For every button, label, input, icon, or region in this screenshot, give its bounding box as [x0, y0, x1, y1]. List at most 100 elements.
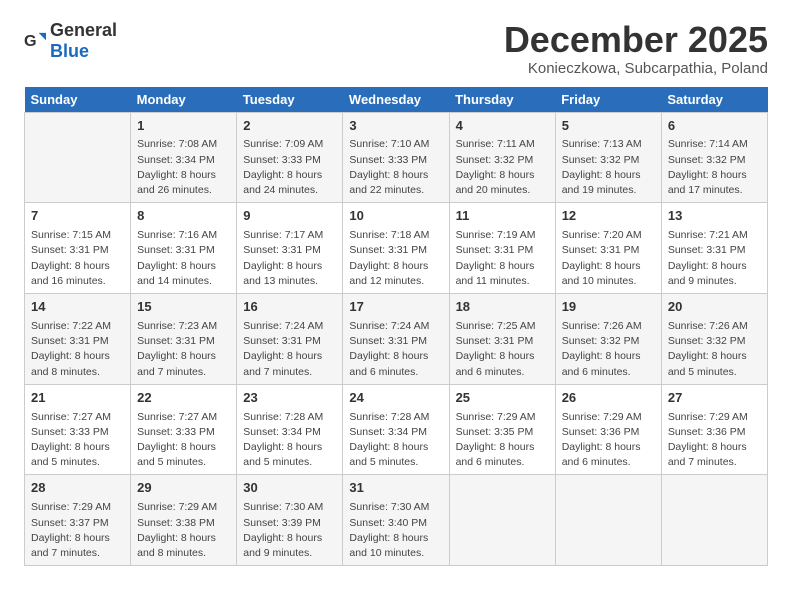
calendar-cell: 7 Sunrise: 7:15 AM Sunset: 3:31 PM Daylig…	[25, 203, 131, 294]
day-number: 20	[668, 298, 761, 317]
calendar-cell: 31 Sunrise: 7:30 AM Sunset: 3:40 PM Dayli…	[343, 475, 449, 566]
calendar-cell	[661, 475, 767, 566]
col-header-sunday: Sunday	[25, 87, 131, 113]
day-number: 22	[137, 389, 230, 408]
calendar-cell: 21Sunrise: 7:27 AM Sunset: 3:33 PM Dayli…	[25, 384, 131, 475]
calendar-cell: 20 Sunrise: 7:26 AM Sunset: 3:32 PM Dayli…	[661, 294, 767, 385]
day-number: 29	[137, 479, 230, 498]
header: G General Blue December 2025 Konieczkowa…	[24, 20, 768, 77]
col-header-thursday: Thursday	[449, 87, 555, 113]
cell-info: Sunrise: 7:18 AM Sunset: 3:31 PM Dayligh…	[349, 228, 442, 289]
calendar-cell: 22 Sunrise: 7:27 AM Sunset: 3:33 PM Dayli…	[131, 384, 237, 475]
calendar-cell: 11 Sunrise: 7:19 AM Sunset: 3:31 PM Dayli…	[449, 203, 555, 294]
cell-info: Sunrise: 7:29 AM Sunset: 3:36 PM Dayligh…	[562, 410, 655, 471]
calendar-title: December 2025	[504, 20, 768, 60]
calendar-cell: 14 Sunrise: 7:22 AM Sunset: 3:31 PM Dayli…	[25, 294, 131, 385]
col-header-tuesday: Tuesday	[237, 87, 343, 113]
cell-info: Sunrise: 7:08 AM Sunset: 3:34 PM Dayligh…	[137, 137, 230, 198]
cell-info: Sunrise: 7:16 AM Sunset: 3:31 PM Dayligh…	[137, 228, 230, 289]
col-header-friday: Friday	[555, 87, 661, 113]
cell-info: Sunrise: 7:23 AM Sunset: 3:31 PM Dayligh…	[137, 319, 230, 380]
title-area: December 2025 Konieczkowa, Subcarpathia,…	[504, 20, 768, 77]
calendar-cell: 30 Sunrise: 7:30 AM Sunset: 3:39 PM Dayli…	[237, 475, 343, 566]
day-number: 16	[243, 298, 336, 317]
day-number: 12	[562, 207, 655, 226]
day-number: 2	[243, 117, 336, 136]
calendar-week-row: 28 Sunrise: 7:29 AM Sunset: 3:37 PM Dayli…	[25, 475, 768, 566]
calendar-cell: 29 Sunrise: 7:29 AM Sunset: 3:38 PM Dayli…	[131, 475, 237, 566]
calendar-cell: 5Sunrise: 7:13 AM Sunset: 3:32 PM Daylig…	[555, 112, 661, 203]
calendar-cell: 16 Sunrise: 7:24 AM Sunset: 3:31 PM Dayli…	[237, 294, 343, 385]
calendar-cell: 8 Sunrise: 7:16 AM Sunset: 3:31 PM Daylig…	[131, 203, 237, 294]
cell-info: Sunrise: 7:29 AM Sunset: 3:38 PM Dayligh…	[137, 500, 230, 561]
logo-blue: Blue	[50, 41, 89, 61]
col-header-saturday: Saturday	[661, 87, 767, 113]
day-number: 26	[562, 389, 655, 408]
calendar-cell: 19 Sunrise: 7:26 AM Sunset: 3:32 PM Dayli…	[555, 294, 661, 385]
day-number: 11	[456, 207, 549, 226]
cell-info: Sunrise: 7:15 AM Sunset: 3:31 PM Dayligh…	[31, 228, 124, 289]
day-number: 8	[137, 207, 230, 226]
day-number: 7	[31, 207, 124, 226]
day-number: 30	[243, 479, 336, 498]
svg-text:G: G	[24, 32, 37, 50]
calendar-cell: 1Sunrise: 7:08 AM Sunset: 3:34 PM Daylig…	[131, 112, 237, 203]
cell-info: Sunrise: 7:22 AM Sunset: 3:31 PM Dayligh…	[31, 319, 124, 380]
calendar-cell: 4Sunrise: 7:11 AM Sunset: 3:32 PM Daylig…	[449, 112, 555, 203]
day-number: 23	[243, 389, 336, 408]
calendar-cell	[25, 112, 131, 203]
day-number: 19	[562, 298, 655, 317]
logo-icon: G	[24, 30, 46, 52]
day-number: 9	[243, 207, 336, 226]
cell-info: Sunrise: 7:29 AM Sunset: 3:36 PM Dayligh…	[668, 410, 761, 471]
cell-info: Sunrise: 7:27 AM Sunset: 3:33 PM Dayligh…	[137, 410, 230, 471]
day-number: 27	[668, 389, 761, 408]
cell-info: Sunrise: 7:14 AM Sunset: 3:32 PM Dayligh…	[668, 137, 761, 198]
cell-info: Sunrise: 7:24 AM Sunset: 3:31 PM Dayligh…	[243, 319, 336, 380]
calendar-cell: 9 Sunrise: 7:17 AM Sunset: 3:31 PM Daylig…	[237, 203, 343, 294]
col-header-wednesday: Wednesday	[343, 87, 449, 113]
calendar-cell: 6Sunrise: 7:14 AM Sunset: 3:32 PM Daylig…	[661, 112, 767, 203]
day-number: 31	[349, 479, 442, 498]
calendar-cell: 12Sunrise: 7:20 AM Sunset: 3:31 PM Dayli…	[555, 203, 661, 294]
calendar-cell: 15Sunrise: 7:23 AM Sunset: 3:31 PM Dayli…	[131, 294, 237, 385]
calendar-week-row: 14 Sunrise: 7:22 AM Sunset: 3:31 PM Dayli…	[25, 294, 768, 385]
calendar-cell: 18 Sunrise: 7:25 AM Sunset: 3:31 PM Dayli…	[449, 294, 555, 385]
calendar-week-row: 1Sunrise: 7:08 AM Sunset: 3:34 PM Daylig…	[25, 112, 768, 203]
cell-info: Sunrise: 7:10 AM Sunset: 3:33 PM Dayligh…	[349, 137, 442, 198]
calendar-cell: 25Sunrise: 7:29 AM Sunset: 3:35 PM Dayli…	[449, 384, 555, 475]
day-number: 24	[349, 389, 442, 408]
calendar-cell: 24 Sunrise: 7:28 AM Sunset: 3:34 PM Dayli…	[343, 384, 449, 475]
calendar-cell: 13Sunrise: 7:21 AM Sunset: 3:31 PM Dayli…	[661, 203, 767, 294]
cell-info: Sunrise: 7:30 AM Sunset: 3:39 PM Dayligh…	[243, 500, 336, 561]
day-number: 17	[349, 298, 442, 317]
logo-general: General	[50, 20, 117, 40]
calendar-cell: 10Sunrise: 7:18 AM Sunset: 3:31 PM Dayli…	[343, 203, 449, 294]
day-number: 14	[31, 298, 124, 317]
day-number: 18	[456, 298, 549, 317]
calendar-cell	[449, 475, 555, 566]
cell-info: Sunrise: 7:30 AM Sunset: 3:40 PM Dayligh…	[349, 500, 442, 561]
cell-info: Sunrise: 7:17 AM Sunset: 3:31 PM Dayligh…	[243, 228, 336, 289]
calendar-week-row: 7 Sunrise: 7:15 AM Sunset: 3:31 PM Daylig…	[25, 203, 768, 294]
calendar-week-row: 21 Sunrise: 7:27 AM Sunset: 3:33 PM Dayli…	[25, 384, 768, 475]
cell-info: Sunrise: 7:29 AM Sunset: 3:37 PM Dayligh…	[31, 500, 124, 561]
day-number: 6	[668, 117, 761, 136]
cell-info: Sunrise: 7:26 AM Sunset: 3:32 PM Dayligh…	[562, 319, 655, 380]
calendar-header-row: SundayMondayTuesdayWednesdayThursdayFrid…	[25, 87, 768, 113]
cell-info: Sunrise: 7:25 AM Sunset: 3:31 PM Dayligh…	[456, 319, 549, 380]
calendar-cell: 3Sunrise: 7:10 AM Sunset: 3:33 PM Daylig…	[343, 112, 449, 203]
cell-info: Sunrise: 7:26 AM Sunset: 3:32 PM Dayligh…	[668, 319, 761, 380]
cell-info: Sunrise: 7:13 AM Sunset: 3:32 PM Dayligh…	[562, 137, 655, 198]
cell-info: Sunrise: 7:19 AM Sunset: 3:31 PM Dayligh…	[456, 228, 549, 289]
cell-info: Sunrise: 7:28 AM Sunset: 3:34 PM Dayligh…	[243, 410, 336, 471]
day-number: 28	[31, 479, 124, 498]
calendar-cell: 2Sunrise: 7:09 AM Sunset: 3:33 PM Daylig…	[237, 112, 343, 203]
cell-info: Sunrise: 7:28 AM Sunset: 3:34 PM Dayligh…	[349, 410, 442, 471]
cell-info: Sunrise: 7:29 AM Sunset: 3:35 PM Dayligh…	[456, 410, 549, 471]
day-number: 21	[31, 389, 124, 408]
day-number: 1	[137, 117, 230, 136]
cell-info: Sunrise: 7:21 AM Sunset: 3:31 PM Dayligh…	[668, 228, 761, 289]
day-number: 4	[456, 117, 549, 136]
calendar-cell: 26 Sunrise: 7:29 AM Sunset: 3:36 PM Dayli…	[555, 384, 661, 475]
